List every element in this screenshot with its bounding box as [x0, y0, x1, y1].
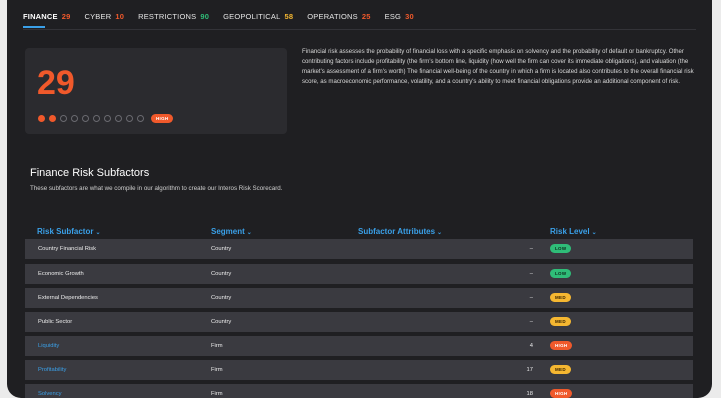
- section-subtitle: These subfactors are what we compile in …: [30, 185, 283, 192]
- risk-score-value: 29: [37, 64, 75, 102]
- column-header-risk-level[interactable]: Risk Level ⌄: [550, 227, 597, 236]
- tab-cyber[interactable]: CYBER 10: [84, 12, 124, 21]
- risk-description: Financial risk assesses the probability …: [302, 48, 694, 85]
- risk-score-card: 29 HIGH: [25, 48, 287, 134]
- subfactor-name: Public Sector: [38, 319, 73, 325]
- subfactor-name: External Dependencies: [38, 295, 98, 301]
- tab-label: OPERATIONS: [307, 12, 358, 21]
- level-dot: [71, 115, 78, 122]
- tab-score: 90: [200, 12, 210, 21]
- column-header-segment[interactable]: Segment ⌄: [211, 227, 252, 236]
- table-row[interactable]: Country Financial Risk Country – LOW: [25, 239, 693, 259]
- tab-score: 30: [405, 12, 414, 21]
- subfactor-name: Country Financial Risk: [38, 246, 96, 252]
- subfactor-name: Economic Growth: [38, 271, 84, 277]
- segment-value: Firm: [211, 367, 223, 373]
- table-row[interactable]: Public Sector Country – MED: [25, 312, 693, 332]
- level-dot: [115, 115, 122, 122]
- subfactor-link[interactable]: Liquidity: [38, 343, 59, 349]
- risk-level-badge: LOW: [550, 269, 572, 278]
- app-window: FINANCE 29 CYBER 10 RESTRICTIONS 90 GEOPOLI…: [7, 0, 712, 398]
- risk-level-badge: MED: [550, 365, 571, 374]
- level-dot: [126, 115, 133, 122]
- tab-label: ESG: [384, 12, 402, 21]
- attributes-value: 17: [526, 367, 533, 373]
- risk-level-badge: MED: [550, 293, 571, 302]
- attributes-value: –: [529, 319, 533, 325]
- column-header-risk-subfactor[interactable]: Risk Subfactor ⌄: [37, 227, 101, 236]
- segment-value: Country: [211, 271, 232, 277]
- attributes-value: –: [529, 246, 533, 252]
- attributes-value: 4: [529, 343, 533, 349]
- attributes-value: –: [529, 295, 533, 301]
- attributes-value: 18: [526, 391, 533, 397]
- active-tab-indicator: [23, 26, 45, 28]
- segment-value: Country: [211, 246, 232, 252]
- category-tabs: FINANCE 29 CYBER 10 RESTRICTIONS 90 GEOPOLI…: [23, 12, 414, 21]
- chevron-down-icon: ⌄: [95, 230, 101, 236]
- level-dot: [137, 115, 144, 122]
- section-title: Finance Risk Subfactors: [30, 167, 150, 179]
- tab-score: 10: [115, 12, 125, 21]
- risk-level-badge: MED: [550, 317, 571, 326]
- level-dot: [93, 115, 100, 122]
- segment-value: Firm: [211, 343, 223, 349]
- table-row[interactable]: External Dependencies Country – MED: [25, 288, 693, 308]
- tab-score: 25: [361, 12, 371, 21]
- level-dot: [104, 115, 111, 122]
- attributes-value: –: [529, 271, 533, 277]
- tab-label: RESTRICTIONS: [138, 12, 197, 21]
- tab-restrictions[interactable]: RESTRICTIONS 90: [138, 12, 209, 21]
- tab-score: 58: [284, 12, 294, 21]
- level-dot: [38, 115, 45, 122]
- risk-level-badge: LOW: [550, 244, 572, 253]
- subfactor-link[interactable]: Solvency: [38, 391, 62, 397]
- tab-label: CYBER: [84, 12, 112, 21]
- risk-level-dots: HIGH: [38, 114, 174, 123]
- column-label: Segment: [211, 227, 245, 236]
- tab-geopolitical[interactable]: GEOPOLITICAL 58: [223, 12, 293, 21]
- column-label: Risk Subfactor: [37, 227, 94, 236]
- tabs-divider: [23, 29, 696, 30]
- tab-label: FINANCE: [23, 12, 58, 21]
- level-dot: [49, 115, 56, 122]
- tab-score: 29: [61, 12, 71, 21]
- risk-level-badge: HIGH: [550, 341, 573, 350]
- column-header-subfactor-attributes[interactable]: Subfactor Attributes ⌄: [358, 227, 442, 236]
- segment-value: Country: [211, 319, 232, 325]
- chevron-down-icon: ⌄: [591, 230, 597, 236]
- column-label: Risk Level: [550, 227, 590, 236]
- level-dot: [82, 115, 89, 122]
- tab-label: GEOPOLITICAL: [223, 12, 281, 21]
- tab-esg[interactable]: ESG 30: [385, 12, 414, 21]
- chevron-down-icon: ⌄: [246, 230, 252, 236]
- table-row[interactable]: Economic Growth Country – LOW: [25, 264, 693, 284]
- segment-value: Firm: [211, 391, 223, 397]
- tab-finance[interactable]: FINANCE 29: [23, 12, 70, 21]
- table-row[interactable]: Liquidity Firm 4 HIGH: [25, 336, 693, 356]
- table-row[interactable]: Solvency Firm 18 HIGH: [25, 384, 693, 398]
- subfactor-link[interactable]: Profitability: [38, 367, 66, 373]
- chevron-down-icon: ⌄: [437, 230, 443, 236]
- risk-level-badge: HIGH: [151, 114, 174, 123]
- column-label: Subfactor Attributes: [358, 227, 436, 236]
- tab-operations[interactable]: OPERATIONS 25: [307, 12, 370, 21]
- risk-level-badge: HIGH: [550, 389, 573, 398]
- level-dot: [60, 115, 67, 122]
- segment-value: Country: [211, 295, 232, 301]
- table-row[interactable]: Profitability Firm 17 MED: [25, 360, 693, 380]
